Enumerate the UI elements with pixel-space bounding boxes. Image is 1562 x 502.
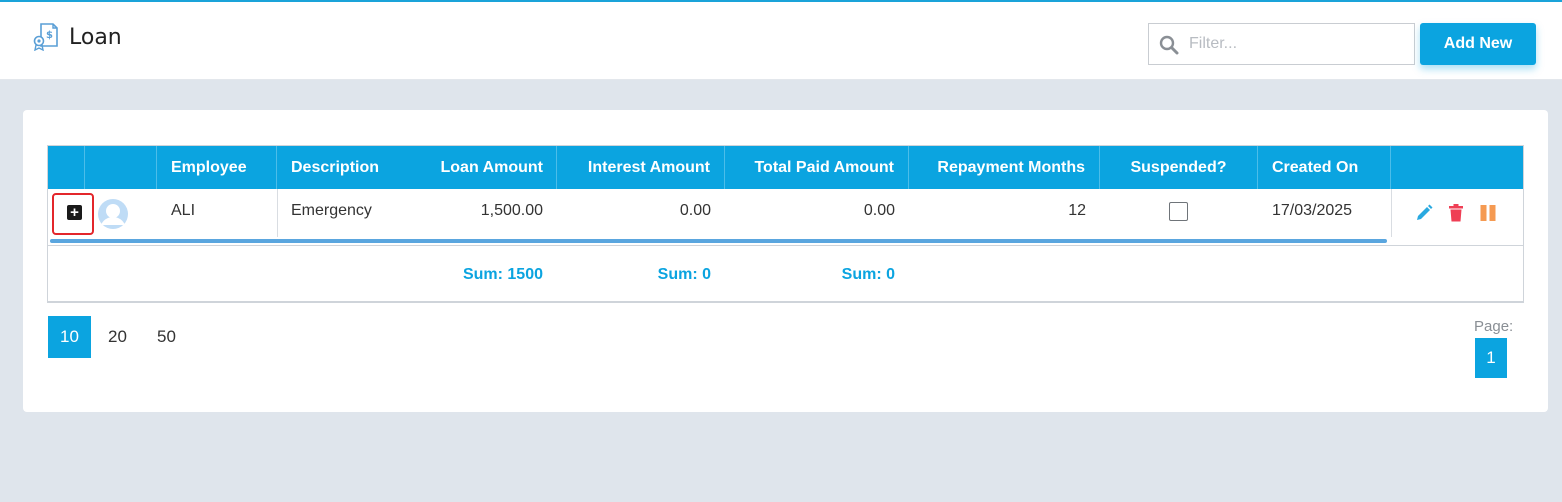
page-header: $ Loan Add New <box>0 2 1562 80</box>
column-header-total-paid-amount[interactable]: Total Paid Amount <box>725 146 909 189</box>
cell-description: Emergency <box>291 202 372 219</box>
column-header-actions <box>1391 146 1523 189</box>
column-divider <box>1391 189 1392 237</box>
grid-header: Employee Description Loan Amount Interes… <box>48 146 1523 189</box>
expand-row-button[interactable]: + <box>52 193 94 235</box>
page-button-1[interactable]: 1 <box>1475 338 1507 378</box>
pause-icon[interactable] <box>1478 203 1498 223</box>
page-title: Loan <box>69 25 122 50</box>
add-new-button[interactable]: Add New <box>1420 23 1536 65</box>
cell-total-paid-amount: 0.00 <box>863 202 895 219</box>
column-header-avatar <box>85 146 157 189</box>
loan-document-icon: $ <box>33 23 58 51</box>
filter-box[interactable] <box>1148 23 1415 65</box>
plus-square-icon: + <box>67 205 82 220</box>
cell-repayment-months: 12 <box>1068 202 1086 219</box>
cell-loan-amount: 1,500.00 <box>480 202 543 219</box>
pencil-icon[interactable] <box>1414 203 1434 223</box>
suspended-checkbox[interactable] <box>1169 202 1188 221</box>
svg-text:$: $ <box>46 30 53 41</box>
cell-interest-amount: 0.00 <box>679 202 711 219</box>
column-header-employee[interactable]: Employee <box>157 146 277 189</box>
page-size-50[interactable]: 50 <box>145 316 188 358</box>
horizontal-scrollbar[interactable] <box>50 239 1387 243</box>
sum-interest-amount: Sum: 0 <box>657 266 711 283</box>
column-header-interest-amount[interactable]: Interest Amount <box>557 146 725 189</box>
cell-created-on: 17/03/2025 <box>1272 202 1353 219</box>
column-header-repayment-months[interactable]: Repayment Months <box>909 146 1100 189</box>
column-header-created-on[interactable]: Created On <box>1258 146 1391 189</box>
search-icon <box>1159 35 1179 55</box>
table-row[interactable]: + ALI Emergency 1,500.00 0.00 0.00 12 17… <box>48 189 1523 245</box>
page-size-10[interactable]: 10 <box>48 316 91 358</box>
column-header-loan-amount[interactable]: Loan Amount <box>277 146 557 189</box>
page-label: Page: <box>1474 318 1514 335</box>
grid-totals-row: Sum: 1500 Sum: 0 Sum: 0 <box>48 245 1523 302</box>
filter-input[interactable] <box>1189 30 1409 58</box>
cell-employee: ALI <box>171 202 196 219</box>
trash-icon[interactable] <box>1446 203 1466 223</box>
sum-total-paid-amount: Sum: 0 <box>841 266 895 283</box>
sum-loan-amount: Sum: 1500 <box>462 266 543 283</box>
user-avatar-icon <box>98 199 128 229</box>
page-size-20[interactable]: 20 <box>96 316 139 358</box>
loan-grid: Employee Description Loan Amount Interes… <box>47 145 1524 303</box>
column-header-expand <box>48 146 85 189</box>
loan-card: Employee Description Loan Amount Interes… <box>23 110 1548 412</box>
column-header-suspended[interactable]: Suspended? <box>1100 146 1258 189</box>
